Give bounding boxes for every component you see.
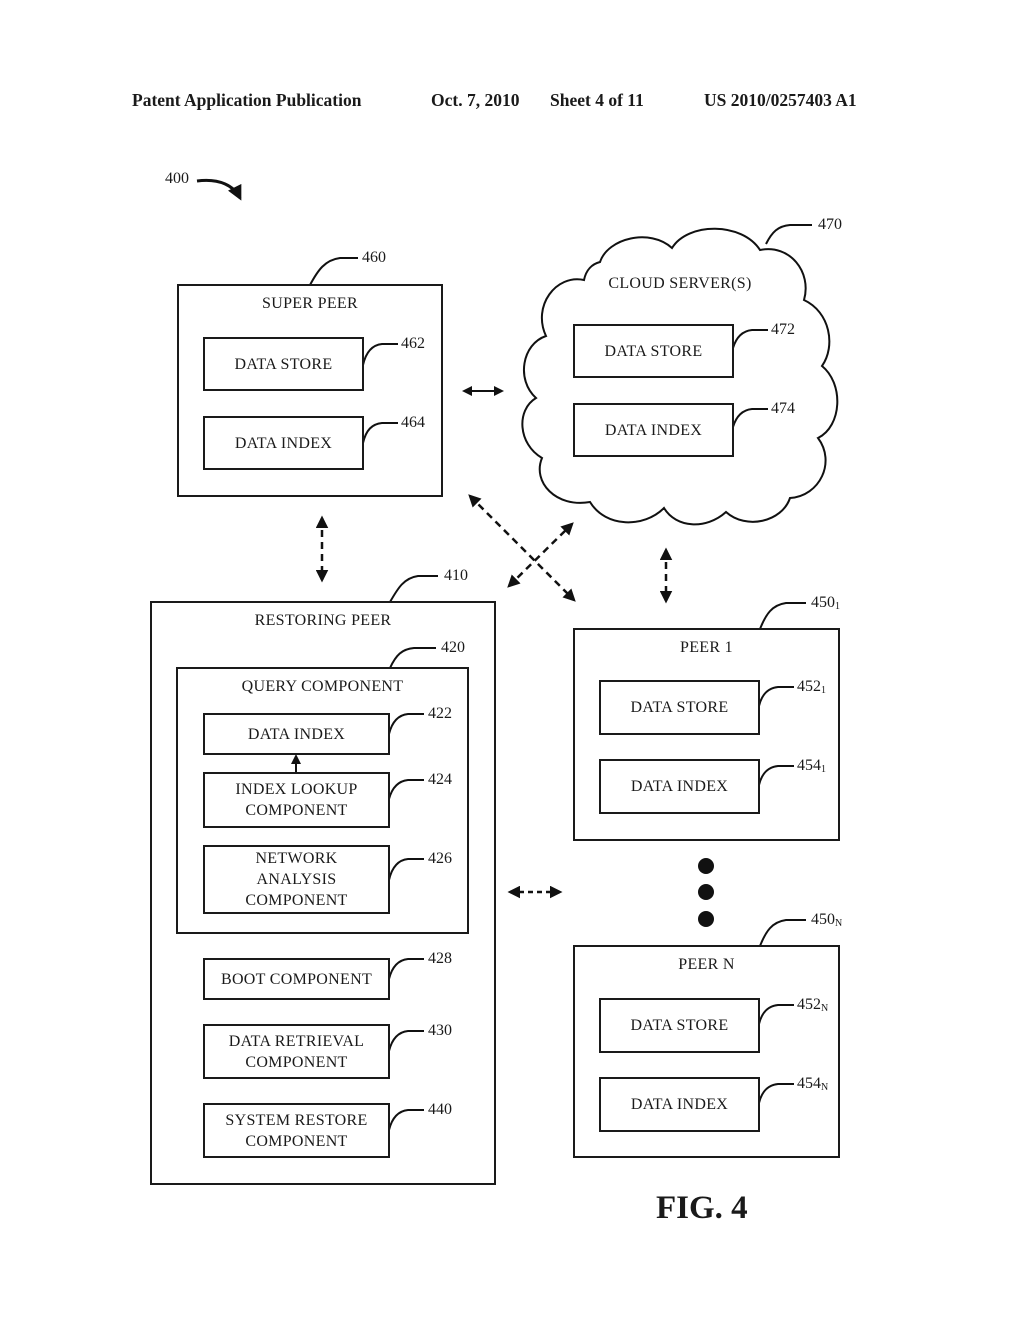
network-analysis-line1: NETWORK — [255, 850, 338, 867]
data-retrieval-component: DATA RETRIEVAL COMPONENT — [203, 1024, 390, 1079]
cloud-data-index-ref: 474 — [771, 400, 795, 417]
figure-label: FIG. 4 — [656, 1190, 748, 1226]
peer-n-title: PEER N — [678, 956, 735, 973]
system-restore-line2: COMPONENT — [245, 1132, 348, 1150]
index-lookup-ref: 424 — [428, 771, 452, 788]
ellipsis-dot-2 — [698, 884, 714, 900]
leader-470 — [765, 224, 812, 245]
peer-n-data-store-ref: 452N — [797, 996, 829, 1014]
ellipsis-dot-3 — [698, 911, 714, 927]
leader-474 — [732, 408, 768, 428]
leader-472 — [732, 329, 768, 349]
leader-450-1 — [759, 602, 806, 630]
super-peer-data-store-ref: 462 — [401, 335, 425, 352]
leader-460 — [309, 257, 358, 286]
network-analysis-component: NETWORK ANALYSIS COMPONENT — [203, 845, 390, 914]
cloud-ref: 470 — [818, 216, 842, 233]
network-analysis-line3: COMPONENT — [245, 892, 348, 909]
arrow-restoring-cloud — [507, 522, 574, 588]
super-peer-title: SUPER PEER — [262, 295, 358, 312]
peer-n-data-store: DATA STORE — [599, 998, 760, 1053]
peer-1-data-store-ref: 4521 — [797, 678, 826, 696]
peer-n-ref: 450N — [811, 911, 843, 929]
query-data-index: DATA INDEX — [203, 713, 390, 755]
peer-1-data-index-ref: 4541 — [797, 757, 826, 775]
data-retrieval-ref: 430 — [428, 1022, 452, 1039]
peer-n-data-index: DATA INDEX — [599, 1077, 760, 1132]
system-restore-component: SYSTEM RESTORE COMPONENT — [203, 1103, 390, 1158]
index-lookup-line2: COMPONENT — [245, 802, 348, 819]
index-lookup-component: INDEX LOOKUP COMPONENT — [203, 772, 390, 828]
peer-1-data-index: DATA INDEX — [599, 759, 760, 814]
arrow-superpeer-peer1 — [468, 494, 576, 602]
data-retrieval-line1: DATA RETRIEVAL — [228, 1032, 365, 1050]
leader-450-n — [759, 919, 806, 947]
peer-1-ref: 4501 — [811, 594, 840, 612]
cloud-title: CLOUD SERVER(S) — [608, 275, 752, 292]
leader-410 — [389, 575, 438, 603]
system-restore-line1: SYSTEM RESTORE — [225, 1111, 368, 1129]
restoring-peer-title: RESTORING PEER — [254, 612, 392, 629]
boot-component-ref: 428 — [428, 950, 452, 967]
restoring-peer-ref: 410 — [444, 567, 468, 584]
super-peer-data-index-ref: 464 — [401, 414, 425, 431]
super-peer-ref: 460 — [362, 249, 386, 266]
query-data-index-ref: 422 — [428, 705, 452, 722]
figure-ref: 400 — [165, 170, 189, 187]
query-component-title: QUERY COMPONENT — [241, 678, 404, 695]
cloud-data-store-ref: 472 — [771, 321, 795, 338]
boot-component: BOOT COMPONENT — [203, 958, 390, 1000]
super-peer-data-index: DATA INDEX — [203, 416, 364, 470]
peer-1-title: PEER 1 — [680, 639, 733, 656]
system-restore-ref: 440 — [428, 1101, 452, 1118]
cloud-data-index: DATA INDEX — [573, 403, 734, 457]
peer-1-data-store: DATA STORE — [599, 680, 760, 735]
cloud-data-store: DATA STORE — [573, 324, 734, 378]
network-analysis-ref: 426 — [428, 850, 452, 867]
super-peer-data-store: DATA STORE — [203, 337, 364, 391]
network-analysis-line2: ANALYSIS — [256, 871, 337, 888]
index-lookup-line1: INDEX LOOKUP — [235, 781, 358, 798]
figure-ref-arrow — [196, 178, 242, 201]
data-retrieval-line2: COMPONENT — [245, 1053, 348, 1071]
peer-n-data-index-ref: 454N — [797, 1075, 829, 1093]
query-component-ref: 420 — [441, 639, 465, 656]
ellipsis-dot-1 — [698, 858, 714, 874]
